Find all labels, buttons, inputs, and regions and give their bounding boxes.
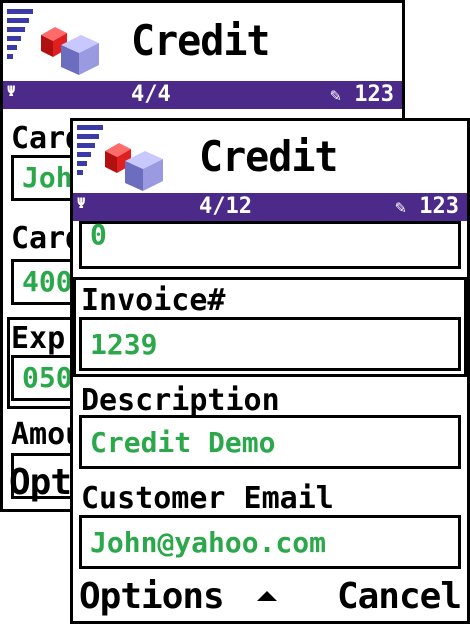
- pen-icon: ✎: [330, 85, 341, 106]
- front-field-description[interactable]: Credit Demo: [79, 415, 461, 469]
- front-label-email: Customer Email: [81, 481, 334, 516]
- back-value-card-2: 400: [22, 265, 73, 298]
- back-value-exp: 050: [22, 361, 73, 394]
- front-value-description: Credit Demo: [90, 426, 276, 459]
- up-arrow-icon[interactable]: [257, 591, 277, 601]
- front-value-invoice: 1239: [90, 328, 158, 361]
- back-mode: 123: [354, 82, 394, 107]
- front-pager: 4/12: [199, 194, 252, 219]
- stacked-cubes-icon: [105, 143, 163, 191]
- back-header: Credit: [3, 3, 402, 79]
- front-value-partial: 0: [90, 218, 107, 251]
- antenna-icon: Ψ: [77, 196, 86, 212]
- front-value-email: John@yahoo.com: [90, 526, 327, 559]
- front-field-invoice[interactable]: 1239: [79, 317, 461, 371]
- signal-strength-icon: [7, 9, 37, 79]
- front-title: Credit: [199, 133, 338, 182]
- front-cancel-softkey[interactable]: Cancel: [337, 576, 462, 617]
- back-pager: 4/4: [131, 82, 171, 107]
- antenna-icon: Ψ: [7, 84, 16, 100]
- stacked-cubes-icon: [41, 27, 99, 75]
- back-status-bar: Ψ 4/4 ✎ 123: [3, 81, 402, 109]
- front-mode: 123: [419, 194, 459, 219]
- front-screen: Credit Ψ 4/12 ✎ 123 0 Invoice# 1239 Desc…: [70, 118, 470, 624]
- back-label-exp: Exp: [11, 321, 66, 356]
- front-softkey-bar: Options Cancel: [73, 573, 467, 621]
- front-options-softkey[interactable]: Options: [79, 576, 225, 617]
- front-status-bar: Ψ 4/12 ✎ 123: [73, 193, 467, 221]
- front-field-email[interactable]: John@yahoo.com: [79, 515, 461, 569]
- back-title: Credit: [131, 17, 270, 66]
- pen-icon: ✎: [395, 197, 406, 218]
- front-label-invoice: Invoice#: [81, 283, 226, 318]
- front-label-description: Description: [81, 383, 280, 418]
- front-header: Credit: [73, 121, 467, 197]
- front-field-partial[interactable]: 0: [79, 218, 461, 269]
